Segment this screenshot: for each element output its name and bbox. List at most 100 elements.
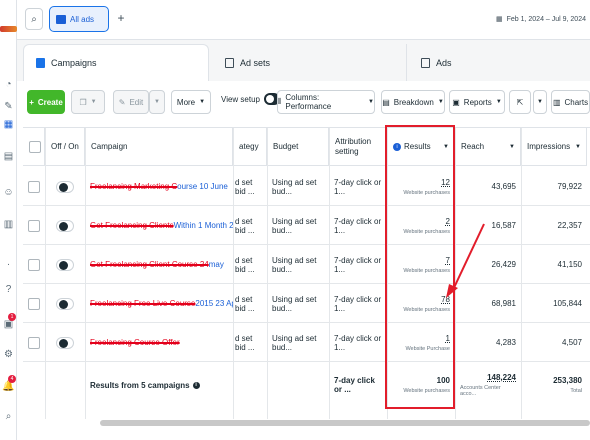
campaign-name[interactable]: Freelancing Free Live Course 2015 23 Apr — [85, 284, 233, 323]
pencil-icon[interactable]: ✎ — [2, 100, 15, 113]
budget-cell: Using ad set bud... — [272, 255, 317, 274]
add-tab-button[interactable]: + — [113, 8, 129, 28]
row-checkbox[interactable] — [28, 219, 40, 232]
breakdown-button[interactable]: ▤ Breakdown ▼ — [381, 90, 445, 114]
reach-cell: 4,283 — [495, 338, 516, 347]
reports-label: Reports — [463, 97, 492, 107]
search-button[interactable]: ⌕ — [25, 8, 43, 30]
export-button[interactable]: ⇱ — [509, 90, 531, 114]
campaign-name[interactable]: Freelancing Marketing Course 10 June — [85, 167, 233, 206]
totals-impressions-cell: 253,380 Total — [521, 362, 587, 408]
campaign-toggle[interactable] — [56, 180, 74, 193]
chevron-down-icon: ▼ — [437, 99, 444, 105]
export-dropdown[interactable]: ▼ — [533, 90, 547, 114]
row-checkbox[interactable] — [28, 336, 40, 349]
folder-icon — [56, 14, 66, 24]
row-checkbox[interactable] — [28, 180, 40, 193]
campaign-name-text: 2015 23 Apr — [195, 299, 233, 308]
campaign-toggle[interactable] — [56, 219, 74, 232]
table-row[interactable]: Freelancing Marketing Course 10 June d s… — [23, 167, 590, 206]
campaign-toggle[interactable] — [56, 258, 74, 271]
table-row[interactable]: Get Freelancing Clients Within 1 Month 2… — [23, 206, 590, 245]
level-tabs: Campaigns Ad sets Ads — [17, 40, 590, 81]
row-checkbox-cell — [23, 167, 45, 206]
tab-all-ads-label: All ads — [70, 14, 95, 24]
grid-icon[interactable]: ▦ — [2, 118, 15, 131]
row-toggle-cell — [51, 323, 81, 362]
select-all-checkbox[interactable] — [29, 140, 41, 153]
totals-reach-cell: 148,224 Accounts Center acco... — [455, 362, 521, 408]
annotation-arrow-icon — [446, 223, 485, 298]
tab-all-ads[interactable]: All ads — [49, 6, 109, 32]
header-bid-strategy[interactable]: ategy — [233, 128, 267, 166]
row-toggle-cell — [51, 167, 81, 206]
sort-chevron-icon[interactable]: ▼ — [509, 144, 515, 150]
columns-button[interactable]: ⫴ Columns: Performance ▼ — [277, 90, 375, 114]
bid-strategy-cell: d set bid ... — [235, 333, 255, 352]
create-button[interactable]: + Create — [27, 90, 65, 114]
columns-label: Columns: Performance — [285, 93, 332, 111]
edit-dropdown[interactable]: ▼ — [149, 90, 165, 114]
table-row[interactable]: Freelancing Course Offer d set bid ... U… — [23, 323, 590, 362]
chevron-down-icon: ▼ — [90, 99, 97, 105]
budget-cell: Using ad set bud... — [272, 294, 317, 313]
campaign-name[interactable]: Freelancing Course Offer — [85, 323, 233, 362]
campaign-name-text: ourse 10 June — [177, 182, 228, 191]
chevron-down-icon: ▼ — [368, 99, 374, 105]
campaign-name[interactable]: Get Freelancing Clients Within 1 Month 2… — [85, 206, 233, 245]
campaign-toggle[interactable] — [56, 336, 74, 349]
budget-cell: Using ad set bud... — [272, 333, 317, 352]
tab-ad-sets[interactable]: Ad sets — [213, 44, 407, 81]
view-setup[interactable]: View setup — [221, 93, 280, 105]
info-icon[interactable]: i — [192, 381, 200, 389]
chevron-down-icon: ▼ — [154, 99, 160, 105]
tab-ads[interactable]: Ads — [409, 44, 590, 81]
audience-icon[interactable]: ☺ — [2, 186, 15, 199]
reports-button[interactable]: ▣ Reports ▼ — [449, 90, 505, 114]
totals-reach-value[interactable]: 148,224 — [487, 373, 516, 382]
header-budget[interactable]: Budget — [267, 128, 329, 166]
date-range-picker[interactable]: ▦ Feb 1, 2024 – Jul 9, 2024 — [496, 8, 586, 30]
header-off-on-label: Off / On — [51, 142, 79, 151]
pencil-icon: ✎ — [118, 97, 126, 107]
dashboard-icon[interactable]: ◔ — [2, 78, 15, 91]
header-bid-strategy-label: ategy — [239, 142, 259, 151]
charts-button[interactable]: ▥ Charts — [551, 90, 590, 114]
header-reach[interactable]: Reach ▼ — [455, 128, 521, 166]
dot-icon: · — [6, 259, 11, 270]
campaign-name[interactable]: Get Freelancing Client Course 24 may — [85, 245, 233, 284]
campaign-toggle[interactable] — [56, 297, 74, 310]
charts-label: Charts — [564, 97, 589, 107]
header-campaign[interactable]: Campaign — [85, 128, 233, 166]
row-checkbox[interactable] — [28, 297, 40, 310]
table-row[interactable]: Get Freelancing Client Course 24 may d s… — [23, 245, 590, 284]
campaign-name-redacted: Get Freelancing Client Course 24 — [90, 260, 209, 269]
edit-button[interactable]: ✎ Edit — [113, 90, 149, 114]
table-row[interactable]: Freelancing Free Live Course 2015 23 Apr… — [23, 284, 590, 323]
header-campaign-label: Campaign — [91, 142, 128, 151]
ad-sets-icon — [225, 57, 234, 68]
header-off-on[interactable]: Off / On — [45, 128, 85, 166]
campaign-name-text: may — [208, 260, 224, 269]
header-attribution[interactable]: Attribution setting — [329, 128, 387, 166]
settings-icon[interactable]: ⚙ — [2, 348, 15, 361]
edit-label: Edit — [129, 97, 144, 107]
header-impressions[interactable]: Impressions ▼ — [521, 128, 587, 166]
search-icon[interactable]: ⌕ — [2, 410, 15, 423]
help-icon[interactable]: ? — [2, 283, 15, 296]
date-range-label: Feb 1, 2024 – Jul 9, 2024 — [506, 15, 586, 23]
row-checkbox[interactable] — [28, 258, 40, 271]
horizontal-scrollbar[interactable] — [100, 420, 590, 426]
brand-logo — [0, 26, 17, 32]
tab-campaigns[interactable]: Campaigns — [23, 44, 209, 81]
sort-chevron-icon[interactable]: ▼ — [575, 144, 581, 150]
duplicate-button[interactable]: ❐ ▼ — [71, 90, 105, 114]
more-button[interactable]: More ▼ — [171, 90, 211, 114]
create-label: Create — [37, 97, 63, 107]
billing-icon[interactable]: ▥ — [2, 218, 15, 231]
reach-cell: 43,695 — [491, 182, 516, 191]
budget-cell: Using ad set bud... — [272, 177, 317, 196]
campaign-name-redacted: Freelancing Marketing C — [90, 182, 178, 191]
document-icon[interactable]: ▤ — [2, 150, 15, 163]
impressions-cell: 4,507 — [561, 338, 582, 347]
